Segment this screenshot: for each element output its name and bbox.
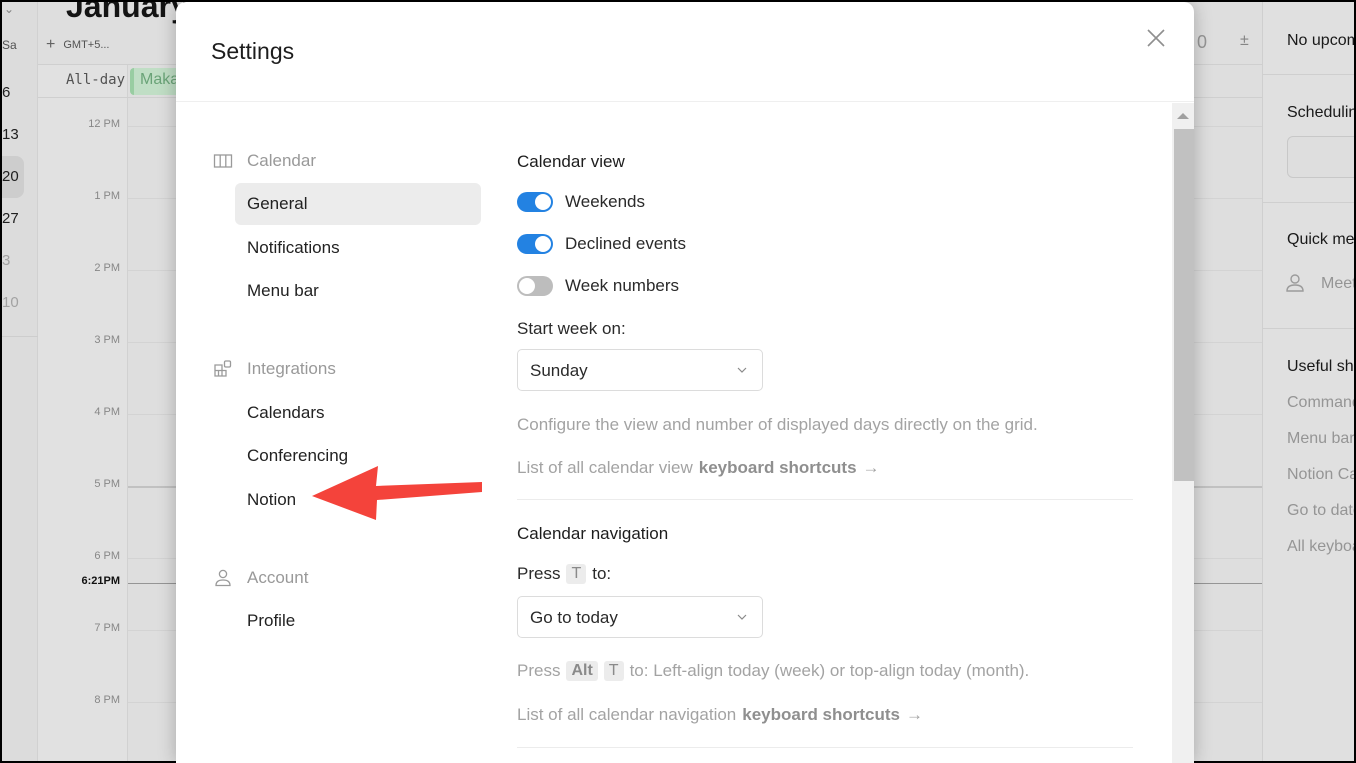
toggle-row-declined-events: Declined events [517,234,686,254]
calendar-view-description: Configure the view and number of display… [517,415,1038,434]
settings-modal: Settings Calendar General Notifications … [176,2,1194,763]
nav-group-account: Account [213,568,308,588]
chevron-down-icon [737,614,747,620]
nav-item-general[interactable]: General [235,183,481,225]
link-bold-text: keyboard shortcuts [742,705,901,724]
nav-group-label: Integrations [247,359,336,378]
nav-item-conferencing[interactable]: Conferencing [235,435,481,477]
link-bold-text: keyboard shortcuts [698,458,857,477]
scrollbar-thumb[interactable] [1174,129,1194,481]
link-text: List of all calendar view [517,458,693,477]
select-value: Go to today [530,608,618,627]
nav-item-calendars[interactable]: Calendars [235,392,481,434]
modal-header: Settings [176,2,1194,102]
nav-group-label: Calendar [247,151,316,170]
label-text: to: Left-align today (week) or top-align… [629,661,1030,680]
nav-group-label: Account [247,568,309,587]
calendar-columns-icon [213,154,233,168]
arrow-right-icon: → [906,705,924,724]
settings-scrollbar[interactable] [1172,103,1194,763]
chevron-down-icon [737,367,747,373]
arrow-right-icon: → [862,458,880,477]
settings-content: Calendar view Weekends Declined events W… [517,103,1133,763]
weekends-toggle[interactable] [517,192,553,212]
modal-title: Settings [211,38,295,64]
link-text: List of all calendar navigation [517,705,737,724]
nav-group-integrations: Integrations [213,359,336,379]
start-week-select[interactable]: Sunday [517,349,763,391]
label-text: Press [517,564,561,583]
scroll-up-arrow-icon[interactable] [1177,113,1189,119]
keyboard-key: T [566,564,587,584]
toggle-label: Week numbers [565,276,680,295]
divider [517,747,1133,748]
select-value: Sunday [530,361,588,380]
toggle-row-weekends: Weekends [517,192,645,212]
alt-t-description: Press Alt T to: Left-align today (week) … [517,661,1029,681]
declined-events-toggle[interactable] [517,234,553,254]
press-t-label: Press T to: [517,564,611,584]
toggle-row-week-numbers: Week numbers [517,276,679,296]
divider [517,499,1133,500]
press-t-action-select[interactable]: Go to today [517,596,763,638]
section-heading-calendar-navigation: Calendar navigation [517,524,669,543]
nav-item-notion[interactable]: Notion [235,479,481,521]
calendar-view-shortcuts-link[interactable]: List of all calendar view keyboard short… [517,458,880,478]
keyboard-key: Alt [566,661,598,681]
nav-group-calendar: Calendar [213,151,316,171]
nav-item-menu-bar[interactable]: Menu bar [235,270,481,312]
toggle-label: Weekends [565,192,646,211]
calendar-navigation-shortcuts-link[interactable]: List of all calendar navigation keyboard… [517,705,923,725]
keyboard-key: T [603,661,624,681]
integrations-grid-icon [214,360,232,377]
nav-item-notifications[interactable]: Notifications [235,227,481,269]
label-text: to: [592,564,612,583]
start-week-label: Start week on: [517,319,626,338]
person-icon [215,569,231,587]
close-icon[interactable] [1144,26,1168,50]
nav-item-profile[interactable]: Profile [235,600,481,642]
label-text: Press [517,661,561,680]
week-numbers-toggle[interactable] [517,276,553,296]
toggle-label: Declined events [565,234,686,253]
section-heading-calendar-view: Calendar view [517,152,625,171]
